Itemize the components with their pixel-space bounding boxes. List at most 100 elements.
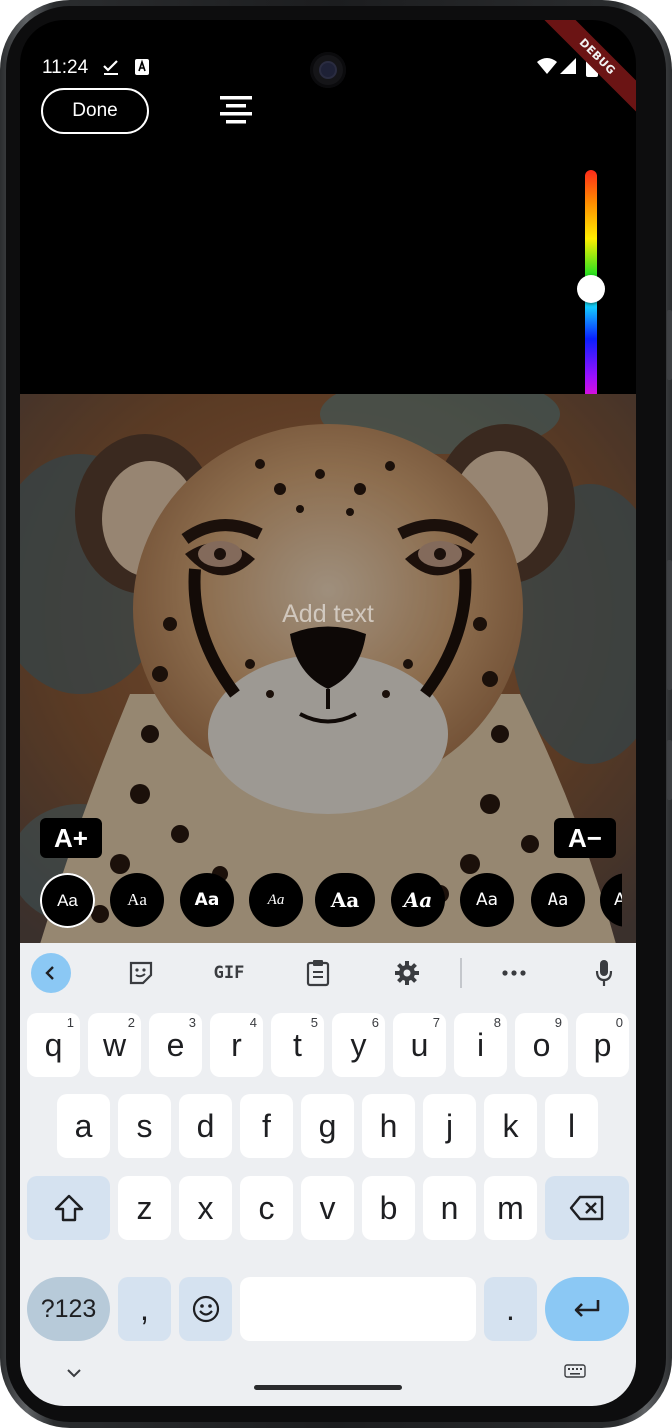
key-hint: 5 xyxy=(310,1015,318,1030)
key-m[interactable]: m xyxy=(484,1176,537,1240)
font-style-chip[interactable]: Aa xyxy=(110,873,164,927)
key-p[interactable]: p0 xyxy=(576,1013,629,1077)
key-e[interactable]: e3 xyxy=(149,1013,202,1077)
key-i[interactable]: i8 xyxy=(454,1013,507,1077)
key-label: r xyxy=(231,1026,242,1063)
keyboard-toolbar: GIF xyxy=(20,943,636,1003)
emoji-icon xyxy=(192,1295,219,1323)
signal-icon xyxy=(559,57,577,79)
volume-button xyxy=(667,560,672,690)
microphone-icon[interactable] xyxy=(584,953,624,993)
font-style-chip[interactable]: A xyxy=(600,873,622,927)
key-hint: 4 xyxy=(249,1015,257,1030)
key-label: i xyxy=(476,1026,485,1063)
key-label: q xyxy=(44,1026,63,1063)
key-r[interactable]: r4 xyxy=(210,1013,263,1077)
shift-icon xyxy=(54,1194,83,1222)
key-hint: 8 xyxy=(493,1015,501,1030)
status-time: 11:24 xyxy=(42,57,89,78)
key-a[interactable]: a xyxy=(57,1094,110,1158)
front-camera xyxy=(310,52,346,88)
key-f[interactable]: f xyxy=(240,1094,293,1158)
key-o[interactable]: o9 xyxy=(515,1013,568,1077)
key-v[interactable]: v xyxy=(301,1176,354,1240)
key-hint: 3 xyxy=(188,1015,196,1030)
key-g[interactable]: g xyxy=(301,1094,354,1158)
key-s[interactable]: s xyxy=(118,1094,171,1158)
clipboard-icon[interactable] xyxy=(298,953,338,993)
backspace-icon xyxy=(569,1195,604,1221)
key-k[interactable]: k xyxy=(484,1094,537,1158)
key-label: o xyxy=(532,1026,551,1063)
font-style-chip[interactable]: Aa xyxy=(460,873,514,927)
key-label: w xyxy=(102,1026,127,1063)
period-key[interactable]: . xyxy=(484,1277,537,1341)
side-button xyxy=(667,740,672,800)
more-options-icon[interactable] xyxy=(494,953,534,993)
key-u[interactable]: u7 xyxy=(393,1013,446,1077)
key-label: y xyxy=(350,1026,367,1063)
download-done-icon xyxy=(102,58,120,80)
key-t[interactable]: t5 xyxy=(271,1013,324,1077)
decrease-font-button[interactable]: A− xyxy=(554,818,616,858)
gif-button[interactable]: GIF xyxy=(206,953,252,993)
symbols-key[interactable]: ?123 xyxy=(27,1277,110,1341)
hide-keyboard-chevron-icon[interactable] xyxy=(66,1363,82,1382)
font-style-chip[interactable]: Aa xyxy=(315,873,375,927)
shift-key[interactable] xyxy=(27,1176,110,1240)
key-j[interactable]: j xyxy=(423,1094,476,1158)
backspace-key[interactable] xyxy=(545,1176,629,1240)
key-c[interactable]: c xyxy=(240,1176,293,1240)
phone-frame: 11:24 DEBUG Done Add text A+ A− Aa Aa Aa… xyxy=(0,0,672,1428)
key-label: e xyxy=(166,1026,185,1063)
comma-key[interactable]: , xyxy=(118,1277,171,1341)
font-style-chip[interactable]: Aa xyxy=(531,873,585,927)
space-key[interactable] xyxy=(240,1277,476,1341)
key-b[interactable]: b xyxy=(362,1176,415,1240)
key-l[interactable]: l xyxy=(545,1094,598,1158)
key-d[interactable]: d xyxy=(179,1094,232,1158)
key-hint: 6 xyxy=(371,1015,379,1030)
notification-a-icon xyxy=(134,58,150,80)
gif-label: GIF xyxy=(213,963,245,983)
screen: 11:24 DEBUG Done Add text A+ A− Aa Aa Aa… xyxy=(20,20,636,1406)
key-hint: 1 xyxy=(66,1015,74,1030)
toolbar-divider xyxy=(460,958,462,988)
font-style-chip[interactable]: Aa xyxy=(40,873,95,928)
key-x[interactable]: x xyxy=(179,1176,232,1240)
power-button xyxy=(667,310,672,380)
key-label: u xyxy=(410,1026,429,1063)
key-hint: 9 xyxy=(554,1015,562,1030)
done-button[interactable]: Done xyxy=(41,88,149,134)
enter-icon xyxy=(574,1300,600,1317)
font-style-chip[interactable]: Aa xyxy=(249,873,303,927)
key-z[interactable]: z xyxy=(118,1176,171,1240)
key-label: t xyxy=(293,1026,302,1063)
text-align-center-icon[interactable] xyxy=(218,94,254,128)
key-w[interactable]: w2 xyxy=(88,1013,141,1077)
cheetah-photo: Add text xyxy=(20,394,636,944)
font-style-chip[interactable]: Aa xyxy=(391,873,445,927)
photo-dim-overlay xyxy=(20,394,636,944)
sticker-icon[interactable] xyxy=(121,953,161,993)
settings-gear-icon[interactable] xyxy=(387,953,427,993)
keyboard: GIF q1 w2 e3 r4 t5 y 6 u 7 i 8 o 9 p 0 a… xyxy=(20,943,636,1406)
font-style-chip[interactable]: Aa xyxy=(180,873,234,927)
key-q[interactable]: q1 xyxy=(27,1013,80,1077)
increase-font-button[interactable]: A+ xyxy=(40,818,102,858)
key-y[interactable]: y6 xyxy=(332,1013,385,1077)
font-style-picker: Aa Aa Aa Aa Aa Aa Aa Aa A xyxy=(40,873,622,929)
keyboard-switch-icon[interactable] xyxy=(564,1363,586,1382)
enter-key[interactable] xyxy=(545,1277,629,1341)
add-text-field[interactable]: Add text xyxy=(20,600,636,629)
key-h[interactable]: h xyxy=(362,1094,415,1158)
color-slider-thumb[interactable] xyxy=(577,274,605,303)
status-bar: 11:24 DEBUG xyxy=(20,20,636,118)
chevron-left-icon[interactable] xyxy=(31,953,71,993)
home-indicator[interactable] xyxy=(254,1385,402,1390)
emoji-key[interactable] xyxy=(179,1277,232,1341)
key-hint: 0 xyxy=(615,1015,623,1030)
wifi-icon xyxy=(536,57,558,79)
key-n[interactable]: n xyxy=(423,1176,476,1240)
key-hint: 2 xyxy=(127,1015,135,1030)
